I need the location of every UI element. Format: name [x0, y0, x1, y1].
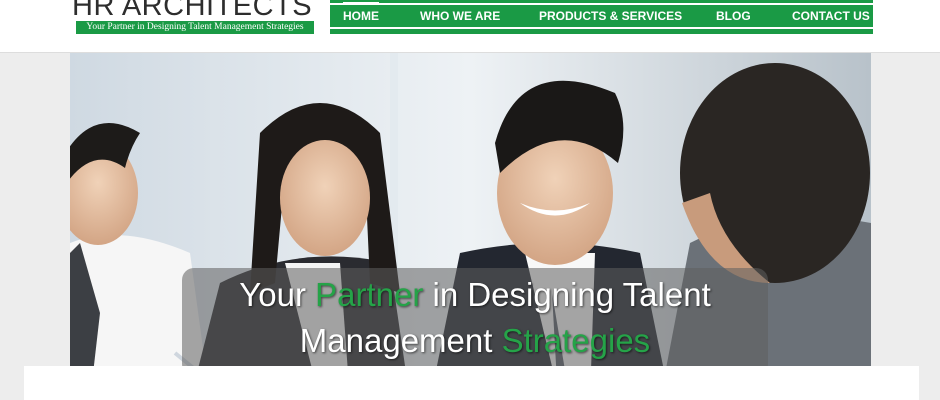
main-nav: HOME WHO WE ARE PRODUCTS & SERVICES BLOG…	[330, 0, 873, 34]
nav-item-blog[interactable]: BLOG	[716, 8, 751, 24]
hero-line2-highlight: Strategies	[501, 322, 651, 359]
hero-line1-pre: Your	[239, 276, 316, 313]
nav-item-home[interactable]: HOME	[343, 2, 379, 24]
nav-divider-bottom	[330, 27, 873, 29]
hero-line1-highlight: Partner	[315, 276, 424, 313]
nav-item-contact-us[interactable]: CONTACT US	[792, 8, 870, 24]
hero-line2-pre: Management	[299, 322, 502, 359]
hero-headline-line-1: Your Partner in Designing Talent	[182, 276, 768, 314]
logo-tagline: Your Partner in Designing Talent Managem…	[76, 21, 314, 34]
nav-divider-top	[330, 3, 873, 5]
logo-wordmark: HR ARCHITECTS	[72, 0, 313, 22]
content-panel	[24, 366, 919, 400]
nav-item-who-we-are[interactable]: WHO WE ARE	[420, 8, 500, 24]
hero-headline-line-2: Management Strategies	[182, 322, 768, 360]
hero-banner: Your Partner in Designing Talent Managem…	[70, 53, 871, 400]
nav-item-products-services[interactable]: PRODUCTS & SERVICES	[539, 8, 682, 24]
site-header: HR ARCHITECTS Your Partner in Designing …	[0, 0, 940, 52]
hero-caption: Your Partner in Designing Talent Managem…	[182, 268, 768, 376]
hero-line1-post: in Designing Talent	[423, 276, 711, 313]
site-logo[interactable]: HR ARCHITECTS Your Partner in Designing …	[72, 0, 317, 38]
